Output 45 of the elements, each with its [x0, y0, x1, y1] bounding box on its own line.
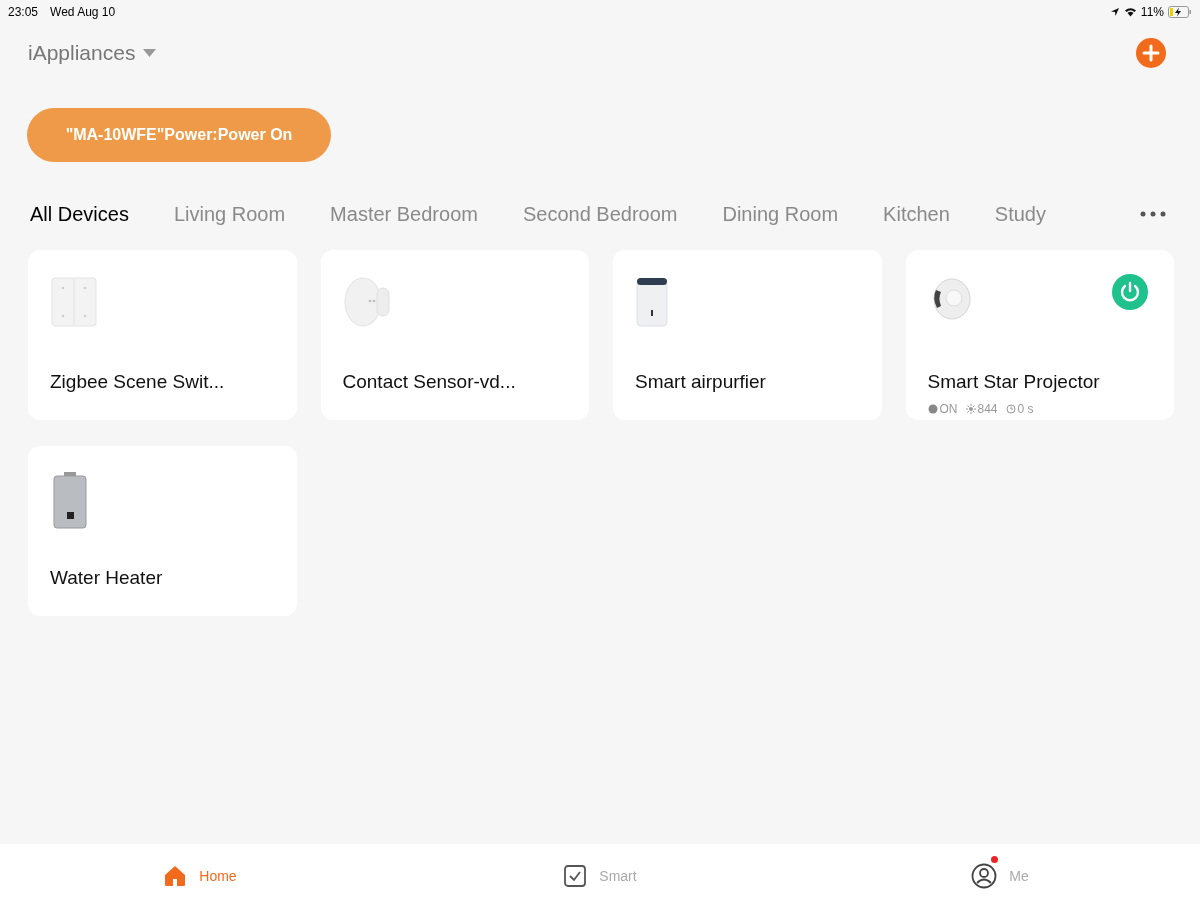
status-time: 23:05 [8, 4, 39, 21]
caret-icon [143, 49, 157, 57]
nav-tab[interactable]: Smart [563, 856, 637, 888]
room-tab[interactable]: Kitchen [883, 199, 950, 229]
device-card[interactable]: Smart airpurfier [613, 250, 882, 420]
device-card[interactable]: Zigbee Scene Swit... [28, 250, 297, 420]
scene-shortcut-button[interactable]: "MA-10WFE"Power:Power On [27, 108, 331, 162]
room-tab[interactable]: Second Bedroom [522, 199, 678, 229]
timer-icon [1005, 403, 1016, 414]
battery-percent: 11% [1140, 4, 1164, 21]
sun-icon [965, 403, 976, 414]
contact-sensor-icon [342, 276, 393, 328]
device-card[interactable]: Water Heater [28, 446, 297, 616]
room-tab[interactable]: All Devices [30, 199, 129, 229]
checkbox-icon [563, 864, 588, 888]
status-text: ON [939, 400, 958, 418]
status-text: 0 s [1017, 400, 1034, 418]
nav-tab[interactable]: Home [163, 856, 237, 888]
status-text: 844 [977, 400, 998, 418]
power-button-icon[interactable] [1112, 274, 1148, 310]
profile-icon [971, 863, 998, 889]
room-tab[interactable]: Master Bedroom [330, 199, 478, 229]
device-name: Water Heater [50, 566, 163, 590]
location-icon [1109, 7, 1120, 17]
device-card[interactable]: Contact Sensor-vd... [320, 250, 589, 420]
wall-switch-icon [50, 276, 98, 328]
device-name: Smart Star Projector [927, 370, 1100, 394]
add-icon[interactable] [1136, 38, 1166, 68]
room-tab[interactable]: Living Room [173, 199, 286, 229]
device-card[interactable]: Smart Star Projector ON 844 0 s [905, 250, 1174, 420]
status-date: Wed Aug 10 [50, 4, 116, 21]
power-status-icon [927, 403, 938, 414]
nav-tab[interactable]: Me [971, 855, 1029, 889]
room-tab[interactable]: Study [994, 199, 1046, 229]
battery-charging-icon [1168, 6, 1192, 18]
wifi-icon [1123, 7, 1137, 17]
home-icon [163, 864, 188, 888]
room-tab[interactable]: Dining Room [722, 199, 839, 229]
home-selector[interactable]: iAppliances [28, 37, 157, 69]
more-icon[interactable] [1140, 211, 1166, 217]
device-name: Zigbee Scene Swit... [50, 370, 225, 394]
device-name: Contact Sensor-vd... [342, 370, 516, 394]
device-name: Smart airpurfier [635, 370, 766, 394]
water-heater-icon [50, 472, 90, 532]
air-purifier-icon [635, 276, 669, 328]
